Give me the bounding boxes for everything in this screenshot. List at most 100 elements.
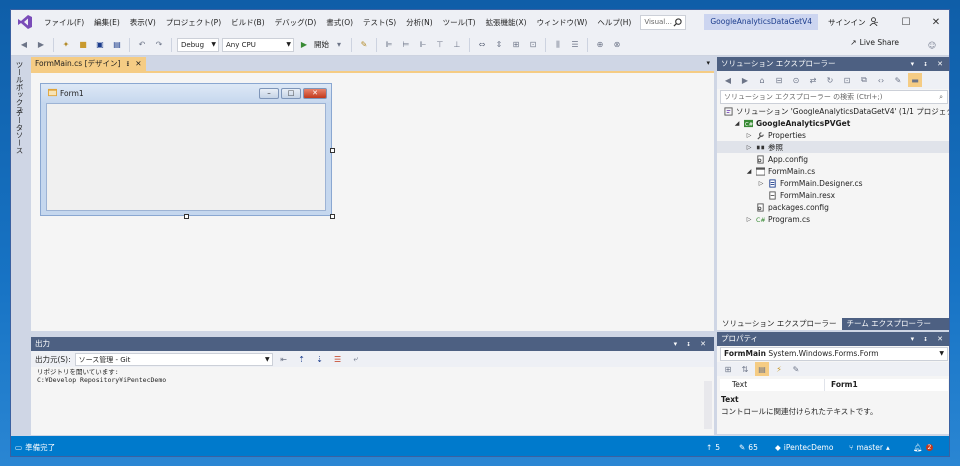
open-folder-icon[interactable]: ■	[76, 38, 90, 52]
status-branch[interactable]: ⑂ master ▴	[849, 436, 890, 456]
tab-dropdown-icon[interactable]: ▾	[706, 59, 710, 67]
start-debug-icon[interactable]: ▶	[297, 38, 311, 52]
menu-item[interactable]: テスト(S)	[358, 17, 401, 28]
events-icon[interactable]: ⚡	[772, 362, 786, 376]
menu-item[interactable]: 拡張機能(X)	[481, 17, 532, 28]
menu-item[interactable]: ウィンドウ(W)	[532, 17, 593, 28]
redo-icon[interactable]: ↷	[152, 38, 166, 52]
status-repo[interactable]: ◆ iPentecDemo	[775, 436, 833, 456]
align-middle-icon[interactable]: ⊥	[450, 38, 464, 52]
close-button[interactable]: ✕	[921, 10, 949, 34]
horizontal-spacing-icon[interactable]: ⫼	[551, 38, 565, 52]
notifications-button[interactable]: 🔔︎ 2	[913, 436, 934, 456]
menu-item[interactable]: 編集(E)	[89, 17, 125, 28]
properties-object-select[interactable]: FormMain System.Windows.Forms.Form ▼	[720, 347, 948, 361]
switch-views-icon[interactable]: ⊟	[772, 73, 786, 87]
tree-item[interactable]: ▷ C# Program.cs	[717, 213, 949, 225]
menu-item[interactable]: ツール(T)	[438, 17, 481, 28]
tree-item[interactable]: FormMain.resx	[717, 189, 949, 201]
next-message-icon[interactable]: ⇣	[313, 352, 327, 366]
tree-item[interactable]: ◢ C# GoogleAnalyticsPVGet	[717, 117, 949, 129]
forward-icon[interactable]: ▶	[738, 73, 752, 87]
same-height-icon[interactable]: ⇕	[492, 38, 506, 52]
output-text[interactable]: リポジトリを開いています: C:¥Develop Repository¥iPent…	[31, 367, 714, 385]
save-icon[interactable]: ▣	[93, 38, 107, 52]
form-preview[interactable]: Form1 – □ ✕	[40, 83, 332, 216]
property-value[interactable]: Form1	[824, 379, 948, 391]
view-code-icon[interactable]: ‹›	[874, 73, 888, 87]
save-all-icon[interactable]: ▤	[110, 38, 124, 52]
pane-controls[interactable]: ▾ ᵻ ✕	[911, 57, 947, 71]
menu-item[interactable]: プロジェクト(P)	[161, 17, 226, 28]
maximize-button[interactable]: ☐	[891, 10, 921, 34]
menu-item[interactable]: デバッグ(D)	[270, 17, 322, 28]
output-source-select[interactable]: ソース管理 - Git ▼	[74, 352, 273, 366]
pending-changes-icon[interactable]: ⊙	[789, 73, 803, 87]
same-size-icon[interactable]: ⊞	[509, 38, 523, 52]
platform-select[interactable]: Any CPU ▼	[222, 37, 294, 52]
menu-item[interactable]: ビルド(B)	[226, 17, 270, 28]
form-client-area[interactable]	[46, 103, 326, 211]
output-scrollbar[interactable]	[704, 381, 712, 429]
menu-item[interactable]: 書式(O)	[321, 17, 358, 28]
start-button-label[interactable]: 開始	[314, 39, 329, 50]
search-input[interactable]: Visual...	[640, 14, 687, 30]
status-push-count[interactable]: ↑ 5	[706, 436, 720, 456]
tree-item[interactable]: packages.config	[717, 201, 949, 213]
word-wrap-icon[interactable]: ⤶	[349, 352, 363, 366]
pane-controls[interactable]: ▾ ᵻ ✕	[911, 332, 947, 346]
toolbox-tab[interactable]: ツールボックス	[14, 61, 25, 114]
expander-icon[interactable]: ◢	[733, 120, 741, 127]
categorized-icon[interactable]: ⊞	[721, 362, 735, 376]
tree-item[interactable]: ▷ 参照	[717, 141, 949, 153]
tree-item[interactable]: ▷ FormMain.Designer.cs	[717, 177, 949, 189]
preview-icon[interactable]: ▬	[908, 73, 922, 87]
alphabetical-icon[interactable]: ⇅	[738, 362, 752, 376]
previous-message-icon[interactable]: ⇡	[295, 352, 309, 366]
same-width-icon[interactable]: ⇔	[475, 38, 489, 52]
menu-item[interactable]: 表示(V)	[125, 17, 161, 28]
tab-formmain-design[interactable]: FormMain.cs [デザイン] ᵻ ✕	[31, 57, 146, 71]
tab-team-explorer[interactable]: チーム エクスプローラー	[842, 318, 936, 330]
menu-item[interactable]: 分析(N)	[401, 17, 437, 28]
expander-icon[interactable]: ◢	[745, 168, 753, 175]
resize-handle-corner[interactable]	[330, 214, 335, 219]
minimize-button[interactable]: –	[861, 10, 891, 34]
property-pages-icon[interactable]: ✎	[789, 362, 803, 376]
resize-handle-right[interactable]	[330, 148, 335, 153]
align-top-icon[interactable]: ⊤	[433, 38, 447, 52]
tree-item[interactable]: ▷ Properties	[717, 129, 949, 141]
feedback-icon[interactable]: ☺	[925, 38, 939, 52]
tree-item[interactable]: ソリューション 'GoogleAnalyticsDataGetV4' (1/1 …	[717, 105, 949, 117]
expander-icon[interactable]: ▷	[757, 180, 765, 187]
tab-solution-explorer[interactable]: ソリューション エクスプローラー	[717, 318, 842, 330]
align-center-icon[interactable]: ⊨	[399, 38, 413, 52]
home-icon[interactable]: ⌂	[755, 73, 769, 87]
solution-search-input[interactable]: ソリューション エクスプローラー の検索 (Ctrl+;) ⌕	[720, 90, 948, 104]
tree-item[interactable]: ◢ FormMain.cs	[717, 165, 949, 177]
clear-all-icon[interactable]: ☰	[331, 352, 345, 366]
expander-icon[interactable]: ▷	[745, 216, 753, 223]
align-right-icon[interactable]: ⊩	[416, 38, 430, 52]
menu-item[interactable]: ヘルプ(H)	[592, 17, 636, 28]
vertical-spacing-icon[interactable]: ☰	[568, 38, 582, 52]
expander-icon[interactable]: ▷	[745, 144, 753, 151]
sync-icon[interactable]: ⇄	[806, 73, 820, 87]
properties-view-icon[interactable]: ▤	[755, 362, 769, 376]
configuration-select[interactable]: Debug ▼	[177, 37, 219, 52]
undo-icon[interactable]: ↶	[135, 38, 149, 52]
status-edits[interactable]: ✎ 65	[739, 436, 758, 456]
find-icon[interactable]: ✎	[357, 38, 371, 52]
center-vertically-icon[interactable]: ⊗	[610, 38, 624, 52]
pane-controls[interactable]: ▾ ᵻ ✕	[674, 337, 710, 351]
align-left-icon[interactable]: ⊫	[382, 38, 396, 52]
property-row[interactable]: Text Form1	[720, 379, 948, 391]
tree-item[interactable]: App.config	[717, 153, 949, 165]
expander-icon[interactable]: ▷	[745, 132, 753, 139]
show-all-files-icon[interactable]: ⧉	[857, 73, 871, 87]
collapse-all-icon[interactable]: ⊡	[840, 73, 854, 87]
new-project-icon[interactable]: ✦	[59, 38, 73, 52]
center-horizontally-icon[interactable]: ⊕	[593, 38, 607, 52]
forward-icon[interactable]: ▶	[34, 38, 48, 52]
refresh-icon[interactable]: ↻	[823, 73, 837, 87]
